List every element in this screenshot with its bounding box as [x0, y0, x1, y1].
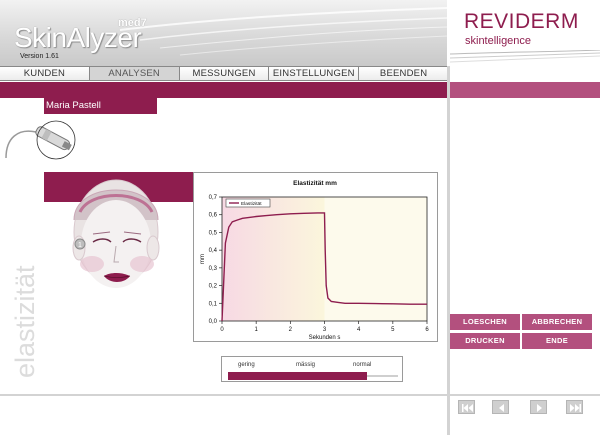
header-band-right	[450, 82, 600, 98]
app-header: SkinAlyzer med7 Version 1.61	[0, 0, 447, 66]
brand-tagline: skintelligence	[465, 35, 532, 47]
chart-panel: Elastizität mm 0,0 0,1 0,2 0,3 0,4 0,5 0,6 0,7 0…	[193, 172, 438, 342]
scale-label-low: gering	[238, 362, 255, 368]
first-button[interactable]	[458, 400, 475, 414]
header-band	[0, 82, 447, 98]
y-tick-label: 0,4	[209, 248, 218, 254]
y-tick-label: 0,2	[209, 284, 218, 290]
first-icon	[462, 404, 473, 412]
face-illustration: 1	[72, 179, 160, 288]
next-button[interactable]	[530, 400, 547, 414]
elasticity-chart: Elastizität mm 0,0 0,1 0,2 0,3 0,4 0,5 0,6 0,7 0…	[200, 180, 429, 341]
nav-beenden[interactable]: BEENDEN	[359, 67, 448, 80]
probe-icon	[5, 120, 76, 160]
brand-panel: REVIDERM skintelligence	[450, 0, 600, 66]
patient-name: Maria Pastell	[44, 98, 157, 114]
last-icon	[570, 404, 581, 412]
app-logo-superscript: med7	[118, 17, 147, 29]
x-tick-label: 5	[391, 327, 395, 333]
brand-swoosh	[450, 50, 600, 63]
bottom-divider	[0, 394, 447, 396]
x-tick-label: 4	[357, 327, 361, 333]
scale-level-bar	[228, 372, 367, 380]
rating-scale: gering mässig normal	[221, 356, 403, 382]
y-tick-label: 0,1	[209, 301, 218, 307]
legend-label: Elastizität	[241, 201, 262, 207]
x-tick-label: 2	[289, 327, 293, 333]
measurement-type-label: elastizität	[10, 265, 40, 378]
face-panel: 1	[44, 172, 193, 312]
face-marker: 1	[78, 242, 82, 249]
panel-divider	[447, 66, 450, 435]
drucken-button[interactable]: DRUCKEN	[450, 333, 520, 349]
nav-kunden[interactable]: KUNDEN	[0, 67, 90, 80]
bottom-divider-right	[450, 394, 600, 396]
y-tick-label: 0,3	[209, 266, 218, 272]
scale-label-mid: mässig	[296, 362, 316, 368]
y-tick-label: 0,0	[209, 319, 218, 325]
chart-title: Elastizität mm	[293, 180, 337, 187]
loeschen-button[interactable]: LOESCHEN	[450, 314, 520, 330]
scale-track	[367, 375, 398, 377]
x-axis-label: Sekunden s	[309, 335, 341, 341]
app-version: Version 1.61	[20, 53, 59, 60]
previous-button[interactable]	[492, 400, 509, 414]
measurement-type-text: elastizität	[10, 265, 40, 378]
nav-messungen[interactable]: MESSUNGEN	[179, 67, 270, 80]
nav-einstellungen[interactable]: EINSTELLUNGEN	[269, 67, 360, 80]
y-tick-label: 0,5	[209, 230, 218, 236]
y-tick-label: 0,7	[209, 195, 218, 201]
y-axis-label: mm	[200, 254, 206, 264]
abbrechen-button[interactable]: ABBRECHEN	[522, 314, 592, 330]
scale-label-high: normal	[353, 362, 372, 368]
x-tick-label: 3	[323, 327, 327, 333]
x-tick-label: 0	[220, 327, 224, 333]
brand-logo: REVIDERM	[464, 10, 579, 33]
nav-analysen[interactable]: ANALYSEN	[89, 67, 180, 80]
previous-icon	[499, 404, 504, 412]
y-tick-label: 0,6	[209, 213, 218, 219]
x-tick-label: 1	[254, 327, 258, 333]
x-tick-label: 6	[425, 327, 429, 333]
next-icon	[537, 404, 542, 412]
ende-button[interactable]: ENDE	[522, 333, 592, 349]
main-nav: KUNDEN ANALYSEN MESSUNGEN EINSTELLUNGEN …	[0, 66, 448, 81]
last-button[interactable]	[566, 400, 583, 414]
